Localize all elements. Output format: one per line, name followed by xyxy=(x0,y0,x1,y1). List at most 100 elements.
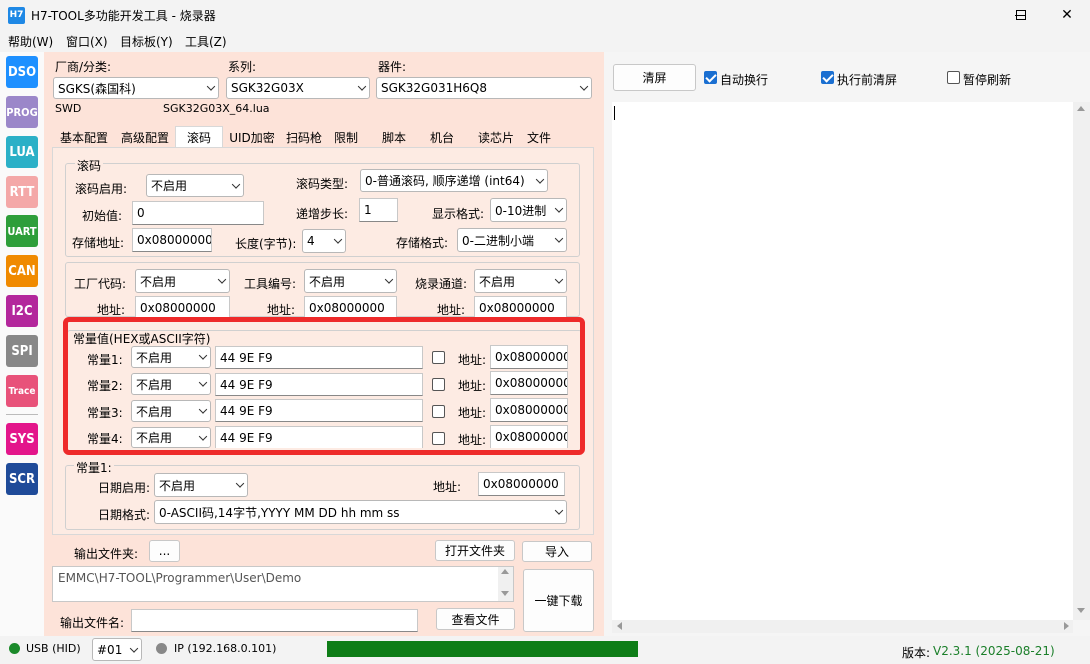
factory-code-label: 工厂代码: xyxy=(74,277,127,291)
tool-number-select[interactable]: 不启用 xyxy=(304,269,397,293)
pause-refresh-checkbox[interactable] xyxy=(947,71,960,84)
sidebar-scr[interactable]: SCR xyxy=(6,463,38,495)
open-folder-button[interactable]: 打开文件夹 xyxy=(435,540,515,561)
rolling-group-title: 滚码 xyxy=(75,157,104,174)
ip-status-dot-icon xyxy=(156,643,167,654)
sidebar-uart[interactable]: UART xyxy=(6,215,38,247)
log-output[interactable] xyxy=(612,102,1073,620)
sidebar-sys[interactable]: SYS xyxy=(6,423,38,455)
tab-file[interactable]: 文件 xyxy=(522,126,556,148)
tab-machine[interactable]: 机台 xyxy=(423,126,461,148)
tab-advanced[interactable]: 高级配置 xyxy=(115,126,175,148)
clear-before-label: 执行前清屏 xyxy=(837,73,898,87)
factory-code-select[interactable]: 不启用 xyxy=(135,269,230,293)
close-icon: ✕ xyxy=(1061,7,1073,23)
chevron-down-icon xyxy=(357,82,367,91)
menu-help[interactable]: 帮助(W) xyxy=(8,33,53,50)
sidebar-dso[interactable]: DSO xyxy=(6,56,38,88)
rolling-type-select[interactable]: 0-普通滚码, 顺序递增 (int64) xyxy=(360,169,548,192)
date-enable-label: 日期启用: xyxy=(98,481,151,495)
output-filename-label: 输出文件名: xyxy=(60,616,125,630)
tool-addr-input[interactable]: 0x08000000 xyxy=(304,296,397,318)
menu-window[interactable]: 窗口(X) xyxy=(66,33,108,50)
scroll-up-icon[interactable] xyxy=(501,569,509,574)
sidebar-i2c[interactable]: I2C xyxy=(6,295,38,327)
log-vscrollbar[interactable] xyxy=(1073,102,1090,620)
sidebar-trace[interactable]: Trace xyxy=(6,375,38,407)
log-scroll-down-icon[interactable] xyxy=(1077,608,1085,613)
length-label: 长度(字节): xyxy=(235,237,297,251)
rolling-enable-select[interactable]: 不启用 xyxy=(146,174,244,197)
series-select[interactable]: SGK32G03X xyxy=(226,77,370,99)
chevron-down-icon xyxy=(535,174,545,184)
date-format-select[interactable]: 0-ASCII码,14字节,YYYY MM DD hh mm ss xyxy=(154,500,567,524)
length-select[interactable]: 4 xyxy=(302,229,346,253)
clear-screen-button[interactable]: 清屏 xyxy=(613,64,696,91)
view-file-button[interactable]: 查看文件 xyxy=(436,608,515,630)
pause-refresh-label: 暂停刷新 xyxy=(963,73,1012,87)
auto-wrap-checkbox[interactable] xyxy=(704,71,717,84)
version-value: V2.3.1 (2025-08-21) xyxy=(933,644,1055,658)
part-select[interactable]: SGK32G031H6Q8 xyxy=(376,77,592,99)
display-format-label: 显示格式: xyxy=(432,207,485,221)
usb-status-text: USB (HID) xyxy=(26,642,81,655)
chevron-down-icon xyxy=(554,506,564,515)
chevron-down-icon xyxy=(217,275,227,284)
date-format-label: 日期格式: xyxy=(98,508,151,522)
sidebar-lua[interactable]: LUA xyxy=(6,136,38,168)
log-scroll-left-icon[interactable] xyxy=(617,622,622,630)
burn-channel-select[interactable]: 不启用 xyxy=(474,269,567,293)
port-select[interactable]: #01 xyxy=(92,638,142,661)
progress-fill xyxy=(327,641,638,657)
init-value-input[interactable]: 0 xyxy=(132,201,264,225)
date-enable-select[interactable]: 不启用 xyxy=(154,473,248,497)
import-button[interactable]: 导入 xyxy=(522,541,592,562)
store-addr-input[interactable]: 0x08000000 xyxy=(132,228,212,252)
menu-target[interactable]: 目标板(Y) xyxy=(120,33,173,50)
clear-before-checkbox[interactable] xyxy=(821,71,834,84)
tab-basic[interactable]: 基本配置 xyxy=(53,126,115,148)
output-filename-input[interactable] xyxy=(131,609,418,632)
log-scroll-right-icon[interactable] xyxy=(1064,622,1069,630)
sidebar-rtt[interactable]: RTT xyxy=(6,176,38,208)
channel-addr-input[interactable]: 0x08000000 xyxy=(474,296,567,318)
tab-uid[interactable]: UID加密 xyxy=(225,126,279,148)
version-label: 版本: xyxy=(902,646,931,660)
sidebar-spi[interactable]: SPI xyxy=(6,335,38,367)
close-button[interactable]: ✕ xyxy=(1044,0,1090,30)
chevron-down-icon xyxy=(554,234,564,243)
browse-folder-button[interactable]: ... xyxy=(149,540,180,562)
tab-read-chip[interactable]: 读芯片 xyxy=(470,126,522,148)
step-label: 递增步长: xyxy=(296,207,349,221)
sidebar-can[interactable]: CAN xyxy=(6,255,38,287)
tab-limit[interactable]: 限制 xyxy=(328,126,364,148)
factory-addr-input[interactable]: 0x08000000 xyxy=(135,296,230,318)
chevron-down-icon xyxy=(231,179,241,189)
auto-wrap-label: 自动换行 xyxy=(720,73,769,87)
window-title: H7-TOOL多功能开发工具 - 烧录器 xyxy=(31,9,216,23)
store-format-label: 存储格式: xyxy=(396,236,449,250)
maximize-icon xyxy=(1016,10,1026,20)
tab-rolling-code[interactable]: 滚码 xyxy=(175,126,223,148)
log-hscrollbar[interactable] xyxy=(612,620,1073,633)
scroll-down-icon[interactable] xyxy=(501,591,509,596)
chevron-down-icon xyxy=(235,479,245,488)
tool-number-label: 工具编号: xyxy=(244,277,297,291)
menu-tools[interactable]: 工具(Z) xyxy=(185,33,227,50)
log-scroll-up-icon[interactable] xyxy=(1077,106,1085,111)
burn-channel-label: 烧录通道: xyxy=(415,277,468,291)
vendor-select[interactable]: SGKS(森国科) xyxy=(53,77,219,99)
maximize-button[interactable] xyxy=(998,0,1044,30)
date-addr-input[interactable]: 0x08000000 xyxy=(478,472,565,496)
step-input[interactable]: 1 xyxy=(359,198,398,222)
rolling-type-label: 滚码类型: xyxy=(296,177,349,191)
tab-scanner[interactable]: 扫码枪 xyxy=(281,126,327,148)
sidebar-prog[interactable]: PROG xyxy=(6,96,38,128)
series-label: 系列: xyxy=(228,60,257,74)
store-format-select[interactable]: 0-二进制小端 xyxy=(457,228,567,252)
tab-script[interactable]: 脚本 xyxy=(375,126,413,148)
display-format-select[interactable]: 0-10进制 xyxy=(490,198,567,222)
one-click-download-button[interactable]: 一键下载 xyxy=(523,569,594,632)
part-label: 器件: xyxy=(378,60,407,74)
chevron-down-icon xyxy=(579,82,589,91)
